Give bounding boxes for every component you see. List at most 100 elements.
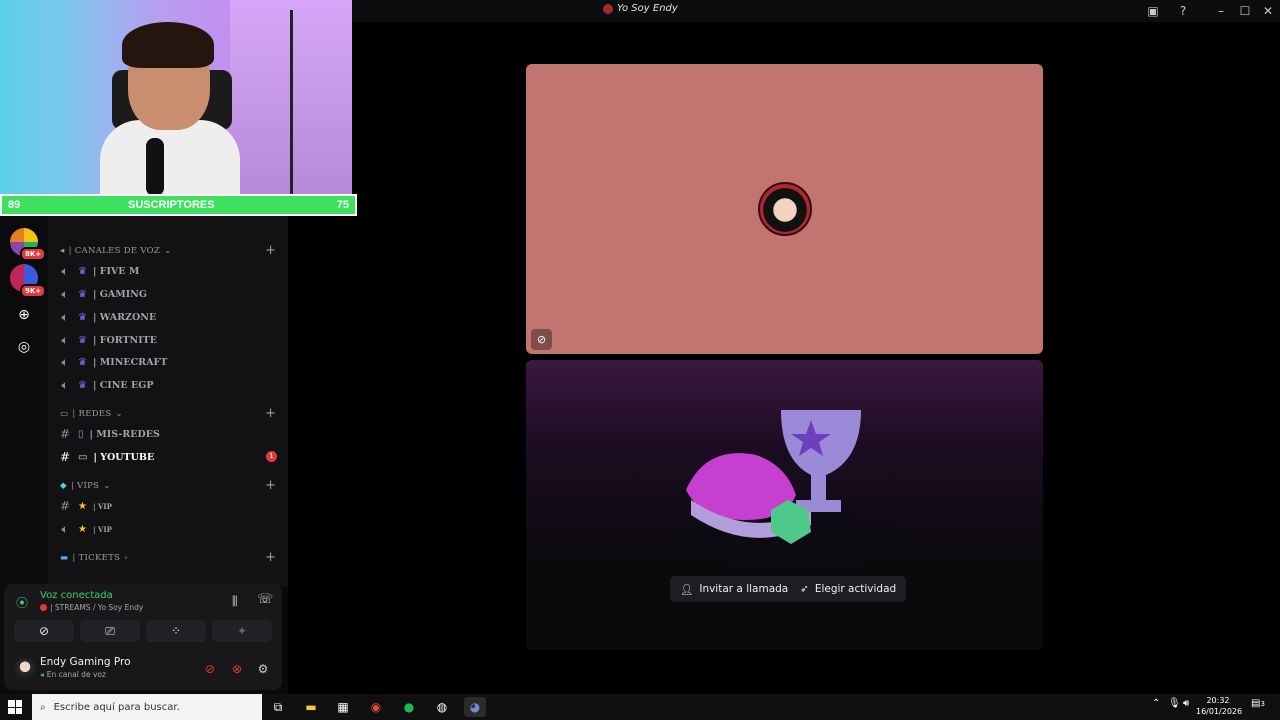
taskbar-search[interactable]: ⌕ Escribe aquí para buscar. [32, 694, 262, 720]
channel-list: ◂ | CANALES DE VOZ ⌄ + 🔈︎ ♛ | FIVE M 🔈︎ ♛ | … [48, 216, 288, 586]
add-channel-icon[interactable]: + [265, 478, 276, 493]
webcam-person-hair [122, 22, 214, 68]
channel-label: | FORTNITE [92, 335, 157, 346]
add-channel-icon[interactable]: + [265, 550, 276, 565]
taskbar-clock[interactable]: 20:32 16/01/2026 [1196, 695, 1242, 717]
voice-channel[interactable]: 🔈︎ ★ | VIP [58, 522, 112, 537]
webcam-person-body [100, 120, 240, 196]
invite-to-call-button[interactable]: 👤︎ Invitar a llamada [670, 576, 799, 602]
add-server-icon[interactable]: ⊕ [12, 303, 36, 327]
mute-mic-icon[interactable]: ⊘ [201, 660, 219, 678]
tray-chevron-icon[interactable]: ⌃ [1152, 698, 1160, 709]
spotify-icon[interactable]: ● [398, 697, 420, 717]
chevron-right-icon: › [124, 553, 128, 563]
channel-label: | WARZONE [92, 312, 157, 323]
star-icon: ★ [78, 524, 87, 535]
subscriber-label: SUSCRIPTORES [128, 199, 215, 211]
category-label: | TICKETS [72, 553, 121, 563]
speaker-icon: 🔈︎ [61, 333, 69, 347]
discover-icon[interactable]: ◎ [12, 335, 36, 359]
choose-activity-button[interactable]: ➶ Elegir actividad [790, 576, 907, 602]
hide-video-icon[interactable]: ⊘ [531, 329, 552, 350]
user-name[interactable]: Endy Gaming Pro [40, 656, 131, 668]
clock-time: 20:32 [1206, 696, 1230, 705]
chevron-down-icon: ⌄ [115, 409, 123, 419]
volume-icon[interactable]: 🔊︎ [1183, 698, 1189, 709]
voice-channel-name: | STREAMS / Yo Soy Endy [50, 603, 144, 612]
camera-off-button[interactable]: ⊘ [14, 620, 74, 642]
minimize-icon[interactable]: – [1213, 3, 1229, 19]
notification-count: 3 [1260, 700, 1265, 708]
add-channel-icon[interactable]: + [265, 406, 276, 421]
obs-icon[interactable]: ◍ [431, 697, 453, 717]
activities-button[interactable]: ⁘ [146, 620, 206, 642]
chevron-down-icon: ⌄ [103, 481, 111, 491]
speaker-icon: 🔈︎ [61, 522, 69, 536]
voice-panel: ⦿ Voz conectada | STREAMS / Yo Soy Endy … [4, 584, 282, 690]
soundboard-button[interactable]: ✦ [212, 620, 272, 642]
voice-channel[interactable]: 🔈︎ ♛ | MINECRAFT [58, 355, 167, 370]
add-channel-icon[interactable]: + [265, 243, 276, 258]
phone-icon: ▯ [78, 428, 84, 440]
category-label: | REDES [72, 409, 112, 419]
subscriber-count-left: 89 [8, 199, 21, 211]
live-dot-icon [40, 604, 47, 611]
screen-share-button[interactable]: ⎚ [80, 620, 140, 642]
webcam-lamp [290, 10, 293, 196]
discord-window: Yo Soy Endy ▣ ? – ☐ ✕ 8K+ 9K+ ⊕ ◎ ◂ | CA… [0, 0, 1280, 694]
channel-label: | MINECRAFT [92, 357, 168, 368]
subscriber-count-right: 75 [336, 199, 349, 211]
voice-status[interactable]: Voz conectada [40, 590, 113, 601]
voice-channel[interactable]: 🔈︎ ♛ | GAMING [58, 287, 147, 302]
speaker-icon: 🔈︎ [61, 355, 69, 369]
participant-tile[interactable]: ⊘ [526, 64, 1043, 354]
microphone-tray-icon[interactable]: 🎙︎ [1168, 698, 1181, 709]
file-explorer-icon[interactable]: ▬ [300, 697, 322, 717]
category-label: | CANALES DE VOZ [68, 246, 161, 256]
user-status-text: En canal de voz [46, 670, 106, 679]
close-icon[interactable]: ✕ [1260, 3, 1276, 19]
discord-icon[interactable]: ◕ [464, 697, 486, 717]
signal-icon[interactable]: ⦿ [16, 594, 28, 611]
deafen-icon[interactable]: ⊗ [228, 660, 246, 678]
mention-badge: 8K+ [20, 247, 47, 261]
category-tickets[interactable]: ▬ | TICKETS › [60, 553, 128, 563]
speaker-icon: 🔈︎ [61, 378, 69, 392]
category-label: | VIPS [70, 481, 100, 491]
text-channel[interactable]: # ★ | VIP [58, 499, 112, 513]
mention-badge: 9K+ [20, 284, 47, 298]
text-channel-active[interactable]: # ▭ | YOUTUBE [58, 450, 154, 464]
noise-suppression-icon[interactable]: ⫼ [232, 594, 238, 609]
monitor-icon: ▭ [60, 409, 69, 419]
rocket-icon: ➶ [800, 583, 809, 595]
crest-icon: ♛ [78, 312, 87, 323]
speaker-icon: ◂ [60, 246, 65, 256]
user-status: ◂ En canal de voz [40, 670, 106, 679]
category-vips[interactable]: ◆ | VIPS ⌄ [60, 481, 111, 491]
crest-icon: ♛ [78, 380, 87, 391]
notifications-icon[interactable]: ▤3 [1251, 698, 1265, 709]
unread-badge: 1 [266, 451, 277, 462]
disconnect-icon[interactable]: ☏ [257, 592, 273, 607]
windows-start-icon[interactable] [8, 700, 22, 714]
maximize-icon[interactable]: ☐ [1237, 3, 1253, 19]
avatar[interactable] [14, 658, 36, 680]
voice-channel[interactable]: 🔈︎ ♛ | FIVE M [58, 264, 139, 279]
category-redes[interactable]: ▭ | REDES ⌄ [60, 409, 123, 419]
chrome-icon[interactable]: ◉ [365, 697, 387, 717]
inbox-icon[interactable]: ▣ [1145, 3, 1161, 19]
activity-tile [526, 360, 1043, 650]
settings-icon[interactable]: ⚙ [254, 660, 272, 678]
voice-channel[interactable]: 🔈︎ ♛ | WARZONE [58, 310, 156, 325]
help-icon[interactable]: ? [1175, 3, 1191, 19]
window-title-text: Yo Soy Endy [617, 3, 678, 14]
category-voice[interactable]: ◂ | CANALES DE VOZ ⌄ [60, 246, 172, 256]
ticket-icon: ▬ [60, 553, 69, 563]
store-icon[interactable]: ▦ [332, 697, 354, 717]
voice-channel[interactable]: 🔈︎ ♛ | FORTNITE [58, 333, 157, 348]
task-view-icon[interactable]: ⧉ [267, 697, 289, 717]
voice-channel[interactable]: 🔈︎ ♛ | CINE EGP [58, 378, 153, 393]
star-icon: ★ [78, 500, 87, 512]
text-channel[interactable]: # ▯ | MIS-REDES [58, 427, 160, 441]
add-user-icon: 👤︎ [680, 583, 694, 596]
